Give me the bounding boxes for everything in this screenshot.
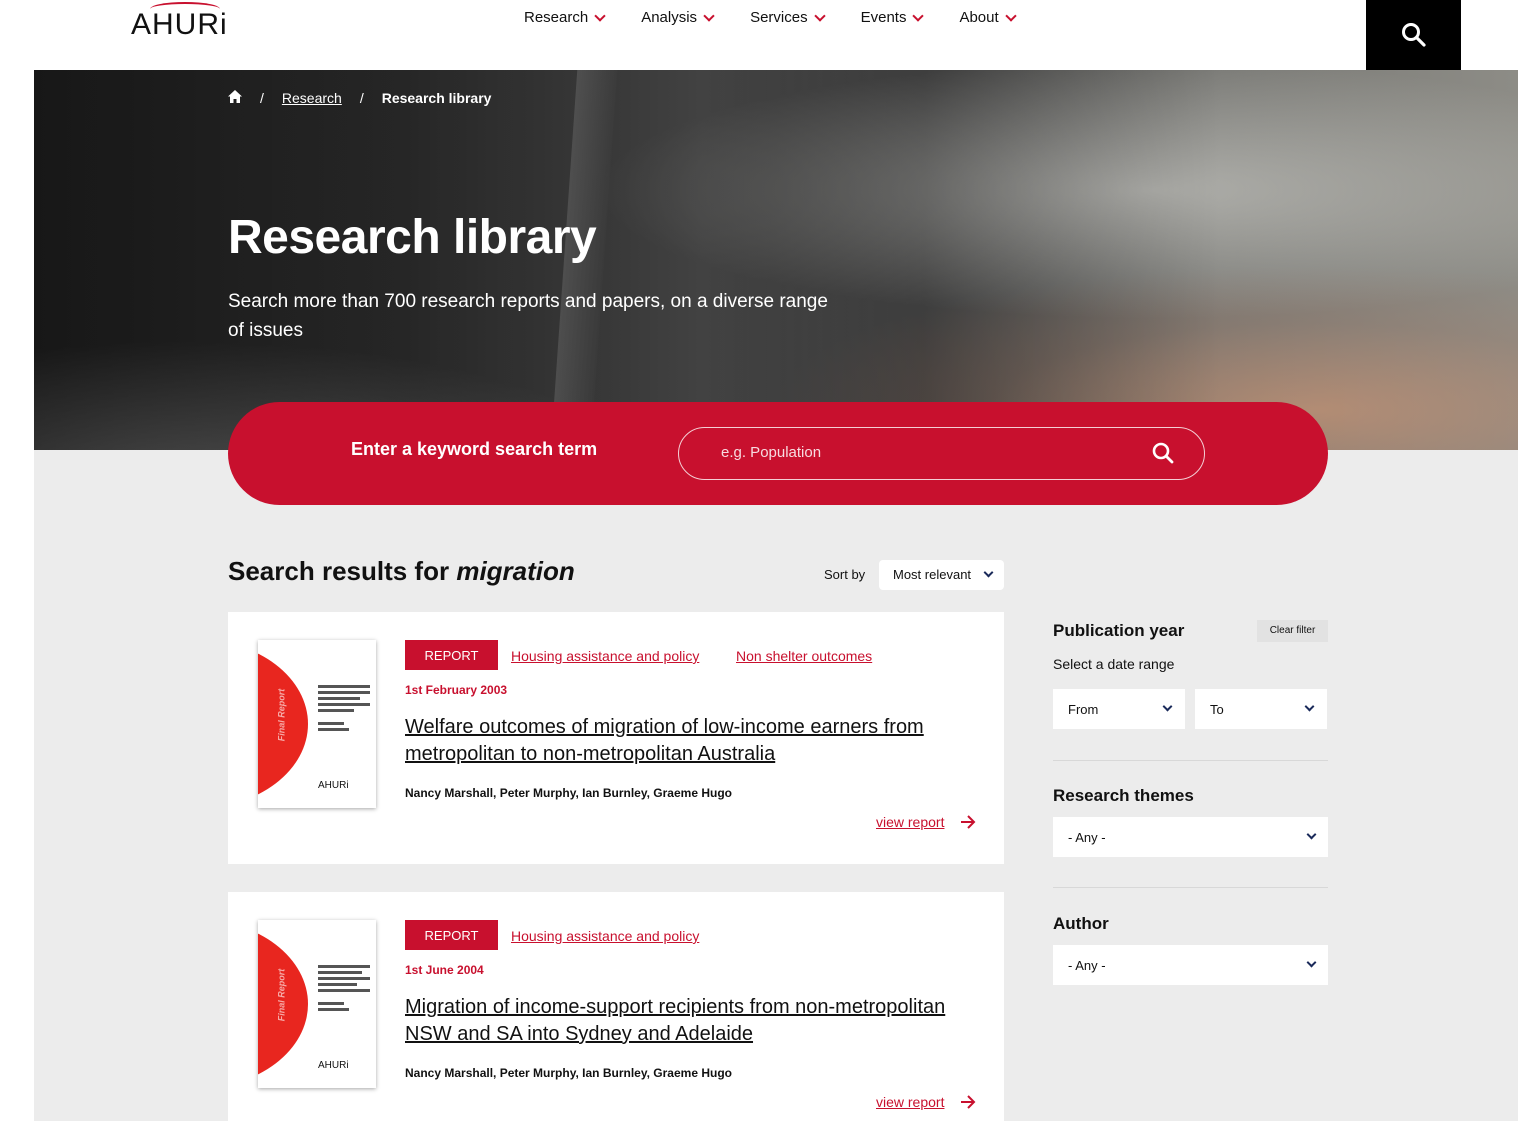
chevron-down-icon — [1306, 957, 1317, 968]
chevron-down-icon — [1004, 9, 1017, 22]
cover-logo: AHURi — [318, 1060, 349, 1071]
nav-events[interactable]: Events — [860, 9, 925, 26]
sidebar-divider — [1053, 887, 1328, 888]
select-value: From — [1068, 702, 1099, 717]
search-field-wrapper — [678, 427, 1205, 480]
research-themes-heading: Research themes — [1053, 786, 1194, 805]
arrow-right-icon[interactable] — [960, 1095, 976, 1114]
sidebar-divider — [1053, 760, 1328, 761]
cover-label: Final Report — [276, 688, 287, 742]
ahuri-logo[interactable]: AHURi — [131, 8, 228, 42]
search-submit-button[interactable] — [1151, 441, 1175, 470]
report-title-link[interactable]: Migration of income-support recipients f… — [405, 994, 985, 1048]
chevron-down-icon — [1304, 701, 1315, 712]
chevron-down-icon — [1162, 701, 1173, 712]
sort-value: Most relevant — [893, 567, 972, 582]
nav-label: Research — [524, 9, 589, 26]
topic-link[interactable]: Housing assistance and policy — [511, 648, 699, 664]
logo-text: AHURi — [131, 8, 228, 41]
author-heading: Author — [1053, 914, 1109, 933]
chevron-down-icon — [983, 567, 994, 578]
year-to-select[interactable]: To — [1195, 689, 1327, 729]
select-value: To — [1210, 702, 1224, 717]
publication-year-heading: Publication year — [1053, 621, 1185, 640]
site-header: AHURi Research Analysis Services Events … — [0, 0, 1518, 70]
topic-link[interactable]: Housing assistance and policy — [511, 928, 699, 944]
result-card: Final Report AHURi REPORT Housing assist… — [228, 892, 1004, 1121]
nav-label: Analysis — [641, 9, 698, 26]
nav-label: About — [959, 9, 999, 26]
select-value: - Any - — [1068, 958, 1106, 973]
year-from-select[interactable]: From — [1053, 689, 1185, 729]
chevron-down-icon — [813, 9, 826, 22]
results-heading: Search results for migration — [228, 556, 575, 587]
clear-filter-button[interactable]: Clear filter — [1257, 620, 1328, 642]
search-icon — [1152, 442, 1174, 464]
search-label: Enter a keyword search term — [351, 439, 598, 459]
arrow-right-icon[interactable] — [960, 815, 976, 834]
select-value: - Any - — [1068, 830, 1106, 845]
results-heading-prefix: Search results for — [228, 556, 450, 586]
cover-label: Final Report — [276, 968, 287, 1022]
breadcrumb-current: Research library — [381, 90, 492, 106]
search-input[interactable] — [721, 444, 1121, 461]
chevron-down-icon — [1306, 829, 1317, 840]
page-title: Research library — [228, 211, 597, 264]
cover-text-lines — [318, 965, 370, 1014]
cover-logo: AHURi — [318, 780, 349, 791]
page-subtitle: Search more than 700 research reports an… — [228, 291, 828, 341]
topic-link[interactable]: Non shelter outcomes — [736, 648, 872, 664]
report-cover-thumbnail[interactable]: Final Report AHURi — [258, 920, 376, 1088]
view-report-link[interactable]: view report — [876, 1094, 944, 1110]
sort-label: Sort by — [824, 567, 866, 582]
nav-about[interactable]: About — [959, 9, 1017, 26]
nav-services[interactable]: Services — [750, 9, 826, 26]
chevron-down-icon — [912, 9, 925, 22]
report-authors: Nancy Marshall, Peter Murphy, Ian Burnle… — [405, 786, 732, 800]
report-tag[interactable]: REPORT — [405, 920, 498, 950]
nav-analysis[interactable]: Analysis — [641, 9, 715, 26]
publication-date: 1st February 2003 — [405, 683, 508, 697]
report-tag[interactable]: REPORT — [405, 640, 498, 670]
chevron-down-icon — [594, 9, 606, 22]
breadcrumb-separator: / — [359, 90, 364, 106]
main-nav: Research Analysis Services Events About — [524, 9, 1052, 26]
home-icon[interactable] — [228, 90, 242, 106]
report-authors: Nancy Marshall, Peter Murphy, Ian Burnle… — [405, 1066, 732, 1080]
result-card: Final Report AHURi REPORT Housing assist… — [228, 612, 1004, 864]
chevron-down-icon — [703, 9, 715, 22]
sort-select[interactable]: Most relevant — [879, 560, 1004, 590]
keyword-search-band: Enter a keyword search term — [228, 402, 1328, 505]
report-title-link[interactable]: Welfare outcomes of migration of low-inc… — [405, 714, 985, 768]
nav-label: Events — [860, 9, 907, 26]
results-search-term: migration — [456, 556, 575, 586]
date-range-label: Select a date range — [1053, 656, 1175, 672]
report-cover-thumbnail[interactable]: Final Report AHURi — [258, 640, 376, 808]
breadcrumb-separator: / — [260, 90, 264, 106]
header-search-button[interactable] — [1366, 0, 1461, 70]
cover-text-lines — [318, 685, 370, 734]
search-icon — [1401, 23, 1426, 47]
breadcrumb: / Research / Research library — [228, 90, 491, 106]
publication-date: 1st June 2004 — [405, 963, 484, 977]
breadcrumb-research-link[interactable]: Research — [282, 90, 342, 106]
nav-label: Services — [750, 9, 808, 26]
author-select[interactable]: - Any - — [1053, 945, 1328, 985]
nav-research[interactable]: Research — [524, 9, 606, 26]
view-report-link[interactable]: view report — [876, 814, 944, 830]
research-themes-select[interactable]: - Any - — [1053, 817, 1328, 857]
